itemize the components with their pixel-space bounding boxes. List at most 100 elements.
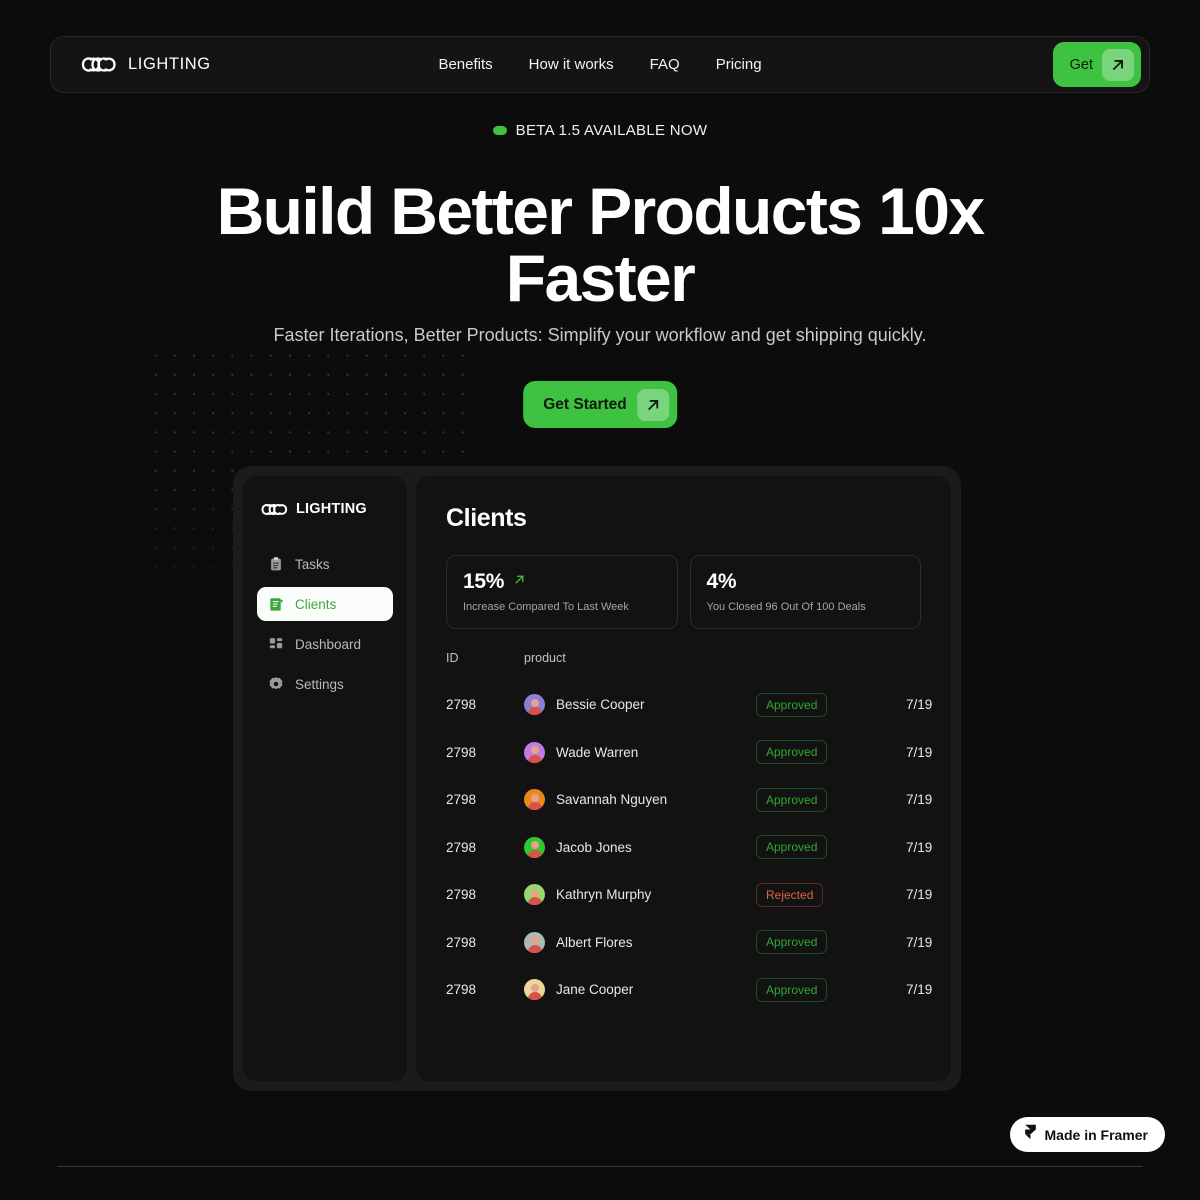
dashboard-main-panel: Clients 15% Increase Compared To Last We…	[416, 476, 951, 1081]
grid-icon	[267, 636, 284, 653]
cell-status: Approved	[756, 729, 906, 777]
cell-status: Rejected	[756, 871, 906, 919]
nav-link-how-it-works[interactable]: How it works	[529, 56, 614, 73]
brand-name: LIGHTING	[128, 55, 211, 73]
cell-id: 2798	[446, 887, 477, 903]
product-name-label: Kathryn Murphy	[556, 887, 652, 903]
status-badge: Approved	[756, 930, 828, 955]
cell-product-name: Jacob Jones	[524, 824, 756, 872]
get-started-button-label: Get Started	[543, 395, 627, 413]
cell-date: 7/19	[906, 744, 933, 760]
status-dot-icon	[492, 126, 507, 135]
column-header-id: ID	[446, 651, 459, 665]
stat-value: 15%	[463, 570, 505, 593]
avatar	[524, 931, 545, 953]
cell-id: 2798	[446, 934, 477, 950]
beta-badge: BETA 1.5 AVAILABLE NOW	[0, 122, 1200, 139]
stat-description: Increase Compared To Last Week	[463, 601, 629, 613]
cell-product-name: Bessie Cooper	[524, 681, 756, 729]
table-row[interactable]: 2798 Jane Cooper Approved 7/19	[446, 966, 933, 1014]
table-row[interactable]: 2798 Bessie Cooper Approved 7/19	[446, 681, 933, 729]
cell-date: 7/19	[906, 839, 933, 855]
product-name-label: Savannah Nguyen	[556, 792, 668, 808]
product-name-label: Jacob Jones	[556, 839, 632, 855]
avatar	[524, 694, 545, 716]
get-button[interactable]: Get	[1052, 42, 1141, 87]
cell-date: 7/19	[906, 697, 933, 713]
product-name-label: Albert Flores	[556, 934, 633, 950]
cell-date: 7/19	[906, 982, 933, 998]
dashboard-brand-name: LIGHTING	[296, 501, 367, 517]
sidebar-item-settings[interactable]: Settings	[257, 667, 393, 701]
stats-row: 15% Increase Compared To Last Week 4% Yo…	[446, 555, 921, 629]
dashboard-preview: LIGHTING Tasks Clients Dashboard Setting…	[233, 466, 961, 1091]
sidebar-item-dashboard[interactable]: Dashboard	[257, 627, 393, 661]
table-row[interactable]: 2798 Jacob Jones Approved 7/19	[446, 824, 933, 872]
table-row[interactable]: 2798 Savannah Nguyen Approved 7/19	[446, 776, 933, 824]
gear-icon	[267, 676, 284, 693]
cell-product-name: Savannah Nguyen	[524, 776, 756, 824]
beta-badge-label: BETA 1.5 AVAILABLE NOW	[515, 122, 708, 139]
dashboard-sidebar: LIGHTING Tasks Clients Dashboard Setting…	[243, 476, 407, 1081]
page-title: Build Better Products 10x Faster	[216, 174, 985, 315]
cell-status: Approved	[756, 824, 906, 872]
cell-date: 7/19	[906, 887, 933, 903]
cell-product-name: Jane Cooper	[524, 966, 756, 1014]
table-row[interactable]: 2798 Kathryn Murphy Rejected 7/19	[446, 871, 933, 919]
stat-card-deals: 4% You Closed 96 Out Of 100 Deals	[689, 555, 921, 629]
status-badge: Approved	[756, 692, 828, 717]
nav-links: Benefits How it works FAQ Pricing	[51, 56, 1149, 73]
sidebar-item-tasks[interactable]: Tasks	[257, 547, 393, 581]
cell-status: Approved	[756, 966, 906, 1014]
cell-status: Approved	[756, 919, 906, 967]
avatar	[524, 789, 545, 811]
status-badge: Rejected	[756, 882, 824, 907]
dashboard-brand: LIGHTING	[257, 501, 393, 517]
scroll-document-icon	[267, 596, 284, 613]
status-badge: Approved	[756, 740, 828, 765]
column-header-product: product	[524, 651, 566, 665]
made-in-framer-label: Made in Framer	[1044, 1126, 1148, 1143]
nav-link-faq[interactable]: FAQ	[650, 56, 680, 73]
clients-table: ID product 2798 Bessie Cooper Approved 7/19…	[446, 651, 933, 1014]
top-navigation-bar: LIGHTING Benefits How it works FAQ Prici…	[50, 36, 1150, 93]
arrow-up-right-icon	[1102, 48, 1134, 81]
cell-status: Approved	[756, 681, 906, 729]
sidebar-item-label: Tasks	[295, 556, 330, 572]
clipboard-icon	[267, 556, 284, 573]
clients-table-body: 2798 Bessie Cooper Approved 7/19 2798 Wade Wa…	[446, 681, 933, 1014]
hero-subtitle: Faster Iterations, Better Products: Simp…	[273, 325, 927, 345]
status-badge: Approved	[756, 787, 828, 812]
nav-link-pricing[interactable]: Pricing	[716, 56, 762, 73]
get-started-button[interactable]: Get Started	[523, 381, 677, 428]
cell-id: 2798	[446, 839, 477, 855]
sidebar-item-clients[interactable]: Clients	[257, 587, 393, 621]
cell-id: 2798	[446, 982, 477, 998]
cell-date: 7/19	[906, 934, 933, 950]
cell-product-name: Albert Flores	[524, 919, 756, 967]
avatar	[524, 741, 545, 763]
sidebar-item-label: Settings	[295, 676, 344, 692]
brand-logo[interactable]: LIGHTING	[81, 55, 211, 74]
cell-status: Approved	[756, 776, 906, 824]
cell-product-name: Wade Warren	[524, 729, 756, 777]
column-header-date	[906, 651, 921, 681]
table-row[interactable]: 2798 Wade Warren Approved 7/19	[446, 729, 933, 777]
avatar	[524, 979, 545, 1001]
table-row[interactable]: 2798 Albert Flores Approved 7/19	[446, 919, 933, 967]
stat-description: You Closed 96 Out Of 100 Deals	[706, 601, 866, 613]
cell-product-name: Kathryn Murphy	[524, 871, 756, 919]
sidebar-item-label: Dashboard	[295, 636, 362, 652]
cell-id: 2798	[446, 744, 477, 760]
stat-value: 4%	[706, 570, 737, 593]
cell-date: 7/19	[906, 792, 933, 808]
cell-id: 2798	[446, 697, 477, 713]
infinity-chain-logo-icon	[261, 503, 288, 516]
product-name-label: Bessie Cooper	[556, 697, 645, 713]
column-header-status	[756, 651, 906, 681]
status-badge: Approved	[756, 977, 828, 1002]
nav-link-benefits[interactable]: Benefits	[438, 56, 492, 73]
arrow-up-right-icon	[636, 388, 669, 421]
made-in-framer-badge[interactable]: Made in Framer	[1009, 1117, 1165, 1152]
framer-logo-icon	[1024, 1124, 1037, 1145]
